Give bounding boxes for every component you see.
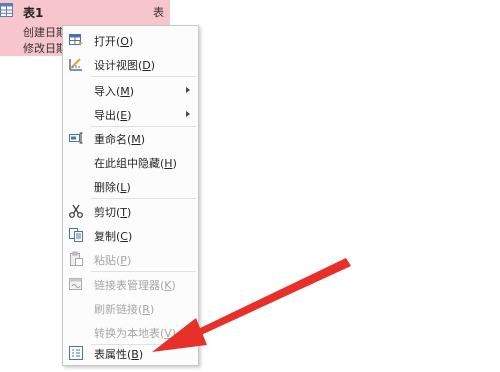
menu-separator — [91, 76, 196, 77]
menu-item-copy[interactable]: 复制(C) — [63, 224, 198, 246]
access-key: V — [164, 327, 172, 340]
menu-label-close: ) — [128, 35, 134, 48]
access-key: H — [164, 157, 173, 170]
context-menu: 打开(O) 设计视图(D) 导入(M) 导出(E) 重命名(M) 在此组中隐藏(… — [62, 25, 199, 366]
menu-item-import[interactable]: 导入(M) — [63, 79, 198, 101]
open-table-icon — [69, 34, 83, 45]
menu-separator — [91, 271, 196, 272]
menu-label: 导出( — [94, 109, 121, 122]
access-key: C — [120, 230, 128, 243]
menu-separator — [91, 198, 196, 199]
menu-label: 导入( — [94, 85, 121, 98]
menu-label: 剪切( — [94, 206, 121, 219]
paste-icon — [70, 251, 83, 266]
menu-label-close: ) — [171, 327, 177, 340]
access-key: B — [131, 348, 139, 361]
menu-label-close: ) — [127, 230, 133, 243]
menu-item-rename[interactable]: 重命名(M) — [63, 127, 198, 149]
object-type-label: 表 — [153, 6, 164, 19]
scissors-icon — [69, 204, 83, 218]
menu-item-cut[interactable]: 剪切(T) — [63, 200, 198, 222]
menu-label: 打开( — [94, 35, 121, 48]
access-key: R — [142, 303, 150, 316]
menu-item-paste: 粘贴(P) — [63, 248, 198, 270]
menu-label-close: ) — [149, 303, 155, 316]
menu-label: 链接表管理器( — [94, 279, 165, 292]
access-key: P — [120, 254, 127, 267]
menu-label-close: ) — [126, 254, 132, 267]
table-properties-icon — [69, 346, 83, 360]
annotation-arrow-shaft — [196, 258, 351, 336]
rename-icon — [69, 132, 83, 144]
menu-label-close: ) — [126, 181, 131, 194]
menu-label-close: ) — [138, 348, 144, 361]
menu-item-design-view[interactable]: 设计视图(D) — [63, 53, 198, 75]
submenu-arrow-icon — [186, 87, 190, 93]
linked-table-manager-icon — [69, 278, 82, 290]
menu-label-close: ) — [171, 279, 176, 292]
menu-label: 表属性( — [94, 348, 132, 361]
menu-label: 复制( — [94, 230, 121, 243]
menu-item-export[interactable]: 导出(E) — [63, 103, 198, 125]
menu-label-close: ) — [129, 85, 135, 98]
menu-label-close: ) — [127, 206, 132, 219]
menu-label-close: ) — [150, 59, 156, 72]
access-key: D — [142, 59, 151, 72]
menu-item-table-properties[interactable]: 表属性(B) — [63, 342, 198, 364]
menu-item-refresh-link: 刷新链接(R) — [63, 297, 198, 319]
menu-item-linked-table-manager: 链接表管理器(K) — [63, 273, 198, 295]
access-key: M — [131, 133, 141, 146]
copy-icon — [69, 228, 83, 242]
menu-label: 设计视图( — [94, 59, 143, 72]
menu-label-close: ) — [140, 133, 146, 146]
menu-label: 转换为本地表( — [94, 327, 165, 340]
table-name: 表1 — [23, 6, 44, 20]
menu-item-open[interactable]: 打开(O) — [63, 29, 198, 51]
access-key: K — [164, 279, 172, 292]
menu-label-close: ) — [127, 109, 132, 122]
menu-item-convert-to-local: 转换为本地表(V) — [63, 321, 198, 343]
modified-date-label: 修改日期 — [23, 42, 67, 55]
menu-label-close: ) — [172, 157, 177, 170]
design-view-icon — [69, 58, 82, 71]
menu-label: 删除( — [94, 181, 121, 194]
menu-item-delete[interactable]: 删除(L) — [63, 175, 198, 197]
submenu-arrow-icon — [186, 111, 190, 117]
table-icon — [0, 3, 13, 17]
menu-label: 重命名( — [94, 133, 132, 146]
menu-item-hide-in-group[interactable]: 在此组中隐藏(H) — [63, 151, 198, 173]
menu-label: 刷新链接( — [94, 303, 143, 316]
access-key: M — [120, 85, 130, 98]
created-date-label: 创建日期 — [23, 26, 67, 39]
access-key: O — [120, 35, 129, 48]
menu-label: 粘贴( — [94, 254, 121, 267]
menu-label: 在此组中隐藏( — [94, 157, 165, 170]
